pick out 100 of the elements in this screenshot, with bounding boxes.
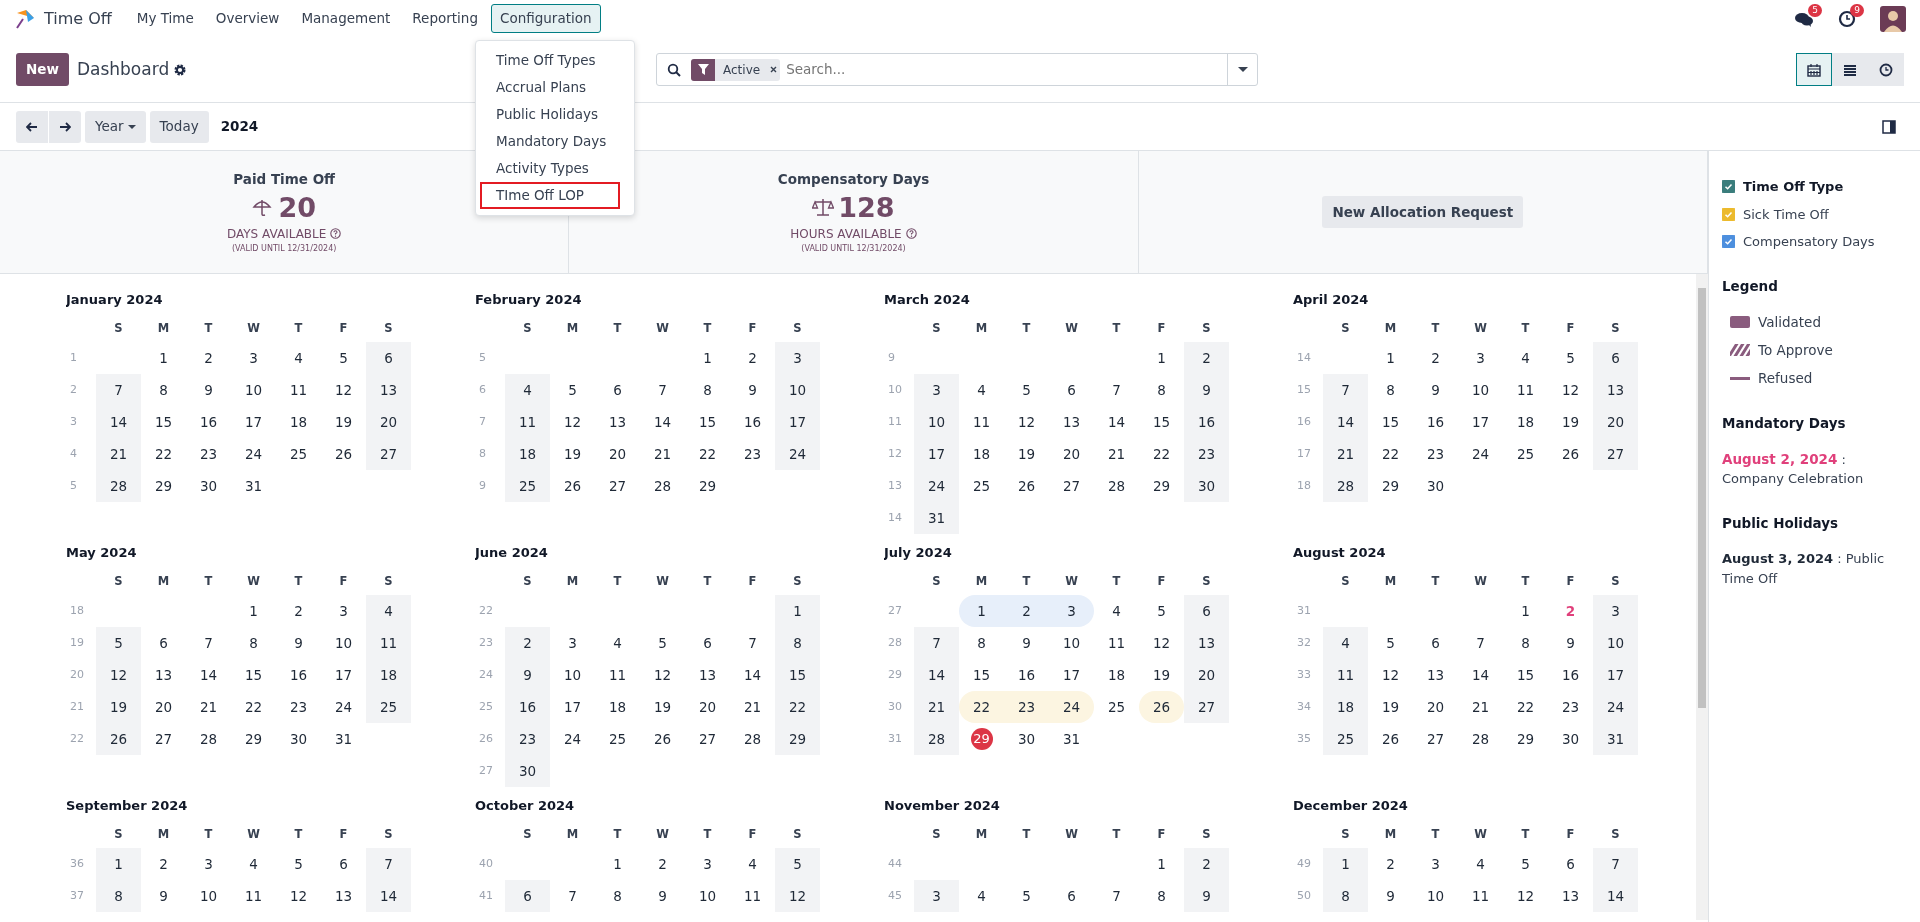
calendar-day[interactable]: 1	[703, 347, 712, 369]
menu-item[interactable]: Reporting	[403, 4, 487, 33]
calendar-day[interactable]: 1	[1341, 853, 1350, 875]
previous-button[interactable]	[16, 110, 48, 143]
calendar-day[interactable]: 31	[1062, 728, 1081, 750]
calendar-day[interactable]: 14	[743, 664, 762, 686]
calendar-day[interactable]: 9	[1202, 379, 1211, 401]
calendar-day[interactable]: 1	[793, 600, 802, 622]
calendar-day[interactable]: 24	[334, 696, 353, 718]
calendar-day[interactable]: 13	[698, 664, 717, 686]
calendar-day[interactable]: 1	[1157, 853, 1166, 875]
calendar-day[interactable]: 20	[608, 443, 627, 465]
calendar-day[interactable]: 12	[334, 379, 353, 401]
calendar-day[interactable]: 16	[743, 411, 762, 433]
calendar-day[interactable]: 31	[244, 475, 263, 497]
menu-item[interactable]: Overview	[206, 4, 289, 33]
app-logo-icon[interactable]	[14, 7, 36, 30]
calendar-day[interactable]: 7	[384, 853, 393, 875]
calendar-day[interactable]: 22	[698, 443, 717, 465]
calendar-day[interactable]: 13	[1197, 632, 1216, 654]
calendar-day[interactable]: 2	[1386, 853, 1395, 875]
calendar-day[interactable]: 3	[204, 853, 213, 875]
caret-icon[interactable]	[127, 124, 136, 129]
calendar-day[interactable]: 21	[109, 443, 128, 465]
calendar-day[interactable]: 3	[1476, 347, 1485, 369]
calendar-day[interactable]: 9	[1386, 885, 1395, 907]
calendar-day[interactable]: 6	[1611, 347, 1620, 369]
calendar-day[interactable]: 18	[1107, 664, 1126, 686]
calendar-day[interactable]: 19	[653, 696, 672, 718]
calendar-day[interactable]: 1	[613, 853, 622, 875]
calendar-day[interactable]: 5	[1386, 632, 1395, 654]
calendar-day[interactable]: 5	[1022, 885, 1031, 907]
calendar-day[interactable]: 30	[1197, 475, 1216, 497]
calendar-icon[interactable]	[1807, 62, 1821, 77]
calendar-day[interactable]: 22	[154, 443, 173, 465]
calendar-day[interactable]: 16	[289, 664, 308, 686]
calendar-day[interactable]: 12	[289, 885, 308, 907]
calendar-day[interactable]: 3	[1431, 853, 1440, 875]
calendar-day[interactable]: 4	[294, 347, 303, 369]
calendar-day[interactable]: 19	[1017, 443, 1036, 465]
calendar-day[interactable]: 5	[793, 853, 802, 875]
calendar-day[interactable]: 18	[518, 443, 537, 465]
calendar-day[interactable]: 1	[1157, 347, 1166, 369]
calendar-day[interactable]: 29	[1516, 728, 1535, 750]
calendar-day[interactable]: 23	[743, 443, 762, 465]
time-off-day[interactable]: 23	[1004, 691, 1049, 723]
time-off-day[interactable]: 3	[1049, 595, 1094, 627]
dropdown-item[interactable]: Public Holidays	[476, 101, 634, 128]
calendar-day[interactable]: 23	[518, 728, 537, 750]
calendar-day[interactable]: 19	[334, 411, 353, 433]
calendar-day[interactable]: 13	[154, 664, 173, 686]
calendar-day[interactable]: 11	[379, 632, 398, 654]
calendar-day[interactable]: 26	[1561, 443, 1580, 465]
calendar-day[interactable]: 2	[1431, 347, 1440, 369]
calendar-day[interactable]: 28	[199, 728, 218, 750]
calendar-day[interactable]: 13	[1062, 411, 1081, 433]
calendar-day[interactable]: 6	[384, 347, 393, 369]
calendar-day[interactable]: 4	[613, 632, 622, 654]
calendar-day[interactable]: 28	[109, 475, 128, 497]
arrow-right-icon[interactable]	[59, 122, 71, 133]
calendar-day[interactable]: 15	[972, 664, 991, 686]
calendar-day[interactable]: 11	[289, 379, 308, 401]
calendar-day[interactable]: 22	[1381, 443, 1400, 465]
calendar-day[interactable]: 14	[1471, 664, 1490, 686]
calendar-day[interactable]: 6	[703, 632, 712, 654]
calendar-day[interactable]: 21	[1107, 443, 1126, 465]
calendar-day[interactable]: 1	[1521, 600, 1530, 622]
list-view-button[interactable]	[1832, 53, 1868, 86]
list-icon[interactable]	[1843, 62, 1857, 77]
calendar-day[interactable]: 29	[698, 475, 717, 497]
calendar-day[interactable]: 20	[1062, 443, 1081, 465]
calendar-day[interactable]: 24	[244, 443, 263, 465]
today-marker[interactable]: 29	[970, 728, 993, 750]
calendar-day[interactable]: 18	[379, 664, 398, 686]
calendar-day[interactable]: 8	[793, 632, 802, 654]
calendar-day[interactable]: 14	[653, 411, 672, 433]
new-button[interactable]: New	[16, 53, 69, 86]
calendar-day[interactable]: 30	[289, 728, 308, 750]
calendar-day[interactable]: 21	[199, 696, 218, 718]
calendar-day[interactable]: 11	[1107, 632, 1126, 654]
calendar-day[interactable]: 10	[199, 885, 218, 907]
calendar-day[interactable]: 21	[1471, 696, 1490, 718]
calendar-day[interactable]: 1	[249, 600, 258, 622]
calendar-day[interactable]: 29	[788, 728, 807, 750]
calendar-day[interactable]: 21	[927, 696, 946, 718]
calendar-day[interactable]: 26	[1381, 728, 1400, 750]
calendar-day[interactable]: 11	[244, 885, 263, 907]
calendar-day[interactable]: 12	[1516, 885, 1535, 907]
calendar-day[interactable]: 14	[199, 664, 218, 686]
calendar-day[interactable]: 4	[977, 885, 986, 907]
calendar-day[interactable]: 8	[977, 632, 986, 654]
calendar-day[interactable]: 25	[379, 696, 398, 718]
calendar-day[interactable]: 6	[159, 632, 168, 654]
calendar-day[interactable]: 2	[523, 632, 532, 654]
calendar-day[interactable]: 12	[109, 664, 128, 686]
checkbox[interactable]	[1722, 180, 1735, 194]
new-allocation-request-button[interactable]: New Allocation Request	[1322, 196, 1524, 228]
calendar-day[interactable]: 9	[204, 379, 213, 401]
caret-icon[interactable]	[1237, 66, 1248, 73]
calendar-day[interactable]: 12	[563, 411, 582, 433]
